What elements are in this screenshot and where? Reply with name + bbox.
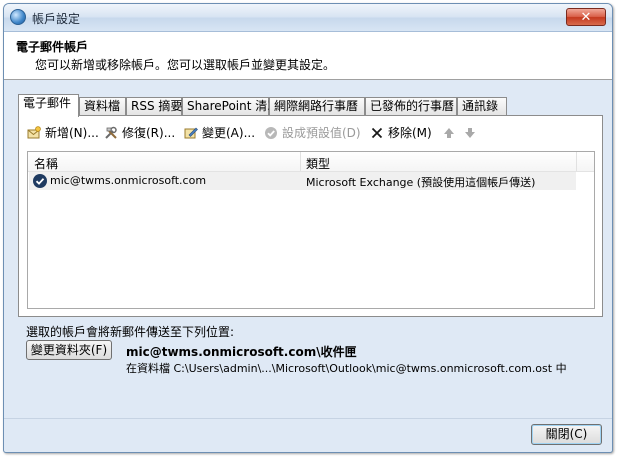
tab-rss-feeds[interactable]: RSS 摘要 [126, 97, 182, 115]
column-divider[interactable] [576, 152, 577, 171]
tab-sharepoint-lists[interactable]: SharePoint 清單 [182, 97, 279, 115]
tab-internet-calendars[interactable]: 網際網路行事曆 [269, 97, 365, 115]
tab-published-calendars[interactable]: 已發佈的行事曆 [365, 97, 457, 115]
tab-address-books[interactable]: 通訊錄 [457, 97, 507, 115]
delivery-folder-name: mic@twms.onmicrosoft.com\收件匣 [126, 345, 357, 359]
window-title: 帳戶設定 [32, 12, 81, 26]
repair-account-label: 修復(R)... [122, 126, 176, 140]
account-settings-window: 帳戶設定 ✕ 電子郵件帳戶 您可以新增或移除帳戶。您可以選取帳戶並變更其設定。 … [3, 3, 613, 453]
dialog-header: 電子郵件帳戶 您可以新增或移除帳戶。您可以選取帳戶並變更其設定。 [4, 32, 612, 80]
arrow-up-icon[interactable] [443, 127, 455, 139]
set-default-check-icon [265, 127, 277, 139]
account-name: mic@twms.onmicrosoft.com [50, 174, 207, 187]
email-tab-panel: 新增(N)... 修復(R)... 變更(A)... 設成預設值(D) 移除(M… [18, 115, 603, 317]
delivery-folder-path: 在資料檔 C:\Users\admin\...\Microsoft\Outloo… [126, 362, 567, 375]
repair-tools-icon [105, 126, 117, 139]
header-description: 您可以新增或移除帳戶。您可以選取帳戶並變更其設定。 [35, 58, 336, 72]
default-account-check-icon [33, 174, 47, 188]
account-type: Microsoft Exchange (預設使用這個帳戶傳送) [306, 176, 536, 189]
arrow-down-icon[interactable] [464, 127, 476, 139]
remove-x-icon [371, 127, 383, 139]
account-list[interactable]: 名稱 類型 mic@twms.onmicrosoft.com Microsoft… [27, 151, 595, 309]
delivery-location-label: 選取的帳戶會將新郵件傳送至下列位置: [26, 325, 235, 339]
outlook-globe-icon [10, 9, 26, 25]
column-header-name[interactable]: 名稱 [34, 155, 58, 172]
column-divider[interactable] [300, 152, 301, 171]
footer-divider [4, 418, 612, 419]
tab-email[interactable]: 電子郵件 [18, 94, 79, 117]
new-account-label: 新增(N)... [45, 126, 99, 140]
window-close-button[interactable]: ✕ [566, 8, 606, 26]
tab-data-files[interactable]: 資料檔 [79, 97, 126, 115]
remove-account-label: 移除(M) [388, 126, 432, 140]
list-header: 名稱 類型 [28, 152, 594, 172]
new-mail-icon [27, 126, 41, 139]
change-settings-icon [184, 127, 198, 139]
close-dialog-button[interactable]: 關閉(C) [531, 424, 602, 445]
header-title: 電子郵件帳戶 [16, 40, 89, 54]
change-account-label: 變更(A)... [202, 126, 256, 140]
column-header-type[interactable]: 類型 [306, 155, 330, 172]
account-row[interactable]: mic@twms.onmicrosoft.com Microsoft Excha… [29, 172, 576, 190]
title-bar[interactable]: 帳戶設定 ✕ [4, 4, 612, 32]
set-default-label: 設成預設值(D) [282, 126, 361, 140]
change-folder-button[interactable]: 變更資料夾(F) [26, 340, 112, 360]
